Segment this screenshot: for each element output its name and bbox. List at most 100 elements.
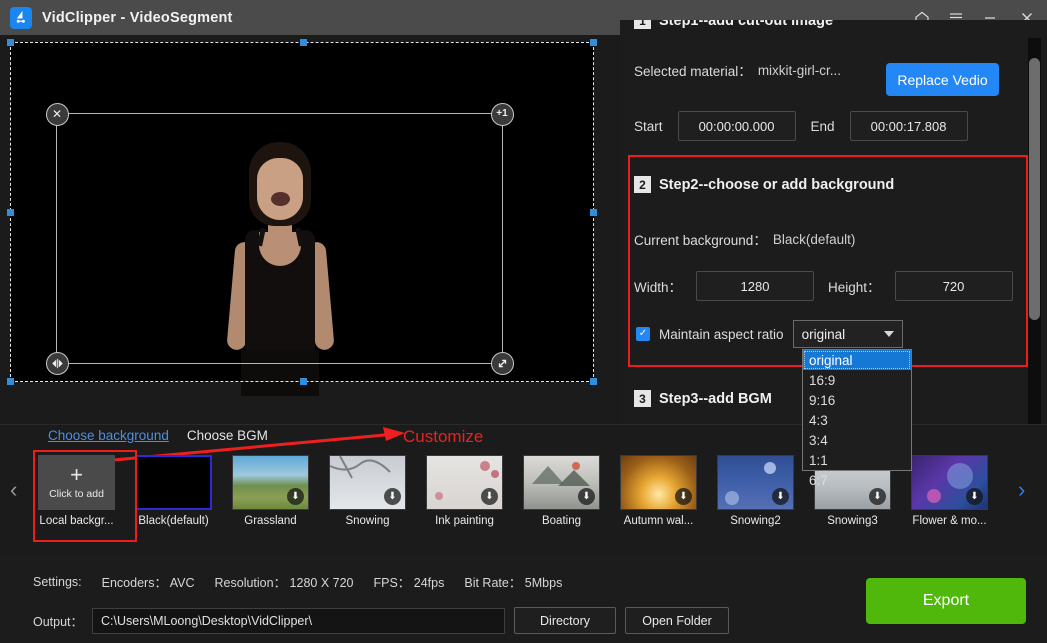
thumbnail-caption: Flower & mo...: [912, 515, 987, 527]
list-item[interactable]: ⬇ Flower & mo...: [911, 455, 988, 527]
start-time-input[interactable]: 00:00:00.000: [677, 111, 796, 141]
list-item[interactable]: ⬇ Ink painting: [426, 455, 503, 527]
step1-header: 1 Step1--add cut-out image: [634, 20, 833, 29]
marquee-handle-bottom-left[interactable]: [7, 378, 14, 385]
marquee-handle-middle-right[interactable]: [590, 209, 597, 216]
thumbnail-boating[interactable]: ⬇: [523, 455, 600, 510]
download-icon[interactable]: ⬇: [578, 488, 595, 505]
bitrate-value: Bit Rate： 5Mbps: [464, 576, 563, 590]
video-stage[interactable]: ✕ +1: [7, 39, 597, 396]
dropdown-option-original[interactable]: original: [803, 350, 911, 370]
download-icon[interactable]: ⬇: [287, 488, 304, 505]
add-local-background-label: Click to add: [49, 487, 104, 500]
fps-value: FPS： 24fps: [373, 576, 445, 590]
end-time-input[interactable]: 00:00:17.808: [849, 111, 968, 141]
thumbnail-caption: Snowing2: [730, 515, 781, 527]
add-clip-icon[interactable]: +1: [490, 102, 514, 126]
list-item[interactable]: ⬇ Boating: [523, 455, 600, 527]
width-input[interactable]: 1280: [696, 271, 815, 301]
download-icon[interactable]: ⬇: [481, 488, 498, 505]
chevron-down-icon: [883, 331, 894, 337]
panel-scrollbar[interactable]: [1028, 38, 1041, 424]
height-input[interactable]: 720: [894, 271, 1013, 301]
settings-label: Settings:: [33, 574, 82, 589]
thumbnail-caption: Local backgr...: [39, 515, 114, 527]
selected-material-label: Selected material：: [634, 64, 752, 79]
output-label: Output：: [33, 615, 84, 629]
list-item[interactable]: ⬇ Autumn wal...: [620, 455, 697, 527]
thumbnail-autumn-walk[interactable]: ⬇: [620, 455, 697, 510]
encoding-settings-row: Settings: Encoders： AVC Resolution： 1280…: [33, 572, 562, 591]
thumbnail-black-default[interactable]: [135, 455, 212, 510]
open-folder-button[interactable]: Open Folder: [625, 607, 730, 634]
dropdown-option-6-7[interactable]: 6:7: [803, 470, 911, 490]
export-button[interactable]: Export: [866, 578, 1026, 624]
list-item[interactable]: ⬇ Snowing2: [717, 455, 794, 527]
selected-material-value: mixkit-girl-cr...: [757, 62, 842, 78]
list-item[interactable]: ⬇ Grassland: [232, 455, 309, 527]
maintain-aspect-checkbox[interactable]: ✓: [636, 327, 650, 341]
marquee-handle-bottom-right[interactable]: [590, 378, 597, 385]
flip-horizontal-icon[interactable]: [45, 351, 69, 375]
download-icon[interactable]: ⬇: [966, 488, 983, 505]
clip-control-frame: ✕ +1: [45, 102, 514, 375]
thumbnail-grassland[interactable]: ⬇: [232, 455, 309, 510]
directory-button[interactable]: Directory: [514, 607, 617, 634]
marquee-handle-bottom-middle[interactable]: [300, 378, 307, 385]
output-row: Output： C:\Users\MLoong\Desktop\VidClipp…: [33, 607, 730, 634]
thumbnail-snowing[interactable]: ⬇: [329, 455, 406, 510]
encoders-value: Encoders： AVC: [101, 576, 195, 590]
marquee-handle-middle-left[interactable]: [7, 209, 14, 216]
dropdown-option-3-4[interactable]: 3:4: [803, 430, 911, 450]
chevron-right-icon[interactable]: ›: [1018, 477, 1025, 503]
resolution-value: Resolution： 1280 X 720: [214, 576, 354, 590]
marquee-handle-top-left[interactable]: [7, 39, 14, 46]
width-label: Width：: [634, 280, 683, 295]
thumbnail-caption: Snowing3: [827, 515, 878, 527]
aspect-ratio-select[interactable]: original: [792, 320, 903, 348]
window-title: VidClipper - VideoSegment: [42, 9, 233, 26]
dropdown-option-4-3[interactable]: 4:3: [803, 410, 911, 430]
current-background-value: Black(default): [772, 231, 856, 247]
vidclipper-window: VidClipper - VideoSegment ✕ +1 1 Step1--…: [0, 0, 1047, 643]
maintain-aspect-label: Maintain aspect ratio: [659, 326, 784, 342]
replace-video-button[interactable]: Replace Vedio: [886, 63, 999, 96]
height-label: Height：: [828, 280, 881, 295]
step2-header: 2 Step2--choose or add background: [634, 176, 894, 193]
download-icon[interactable]: ⬇: [384, 488, 401, 505]
thumbnail-snowing2[interactable]: ⬇: [717, 455, 794, 510]
customize-annotation: Customize: [403, 427, 484, 446]
dropdown-option-1-1[interactable]: 1:1: [803, 450, 911, 470]
list-item[interactable]: Black(default): [135, 455, 212, 527]
remove-clip-icon[interactable]: ✕: [45, 102, 69, 126]
thumbnail-caption: Ink painting: [435, 515, 494, 527]
dropdown-option-9-16[interactable]: 9:16: [803, 390, 911, 410]
chevron-left-icon[interactable]: ‹: [10, 477, 17, 503]
current-background-label: Current background：: [634, 233, 767, 248]
end-label: End: [810, 118, 835, 134]
output-path-input[interactable]: C:\Users\MLoong\Desktop\VidClipper\: [92, 607, 506, 634]
current-background-row: Current background： Black(default): [634, 229, 855, 249]
aspect-ratio-row: ✓ Maintain aspect ratio original: [636, 320, 903, 348]
resize-handle-icon[interactable]: [490, 351, 514, 375]
download-icon[interactable]: ⬇: [675, 488, 692, 505]
thumbnail-flower-moon[interactable]: ⬇: [911, 455, 988, 510]
list-item[interactable]: + Click to add Local backgr...: [38, 455, 115, 527]
scrollbar-thumb[interactable]: [1029, 58, 1040, 320]
marquee-handle-top-middle[interactable]: [300, 39, 307, 46]
aspect-ratio-dropdown[interactable]: original 16:9 9:16 4:3 3:4 1:1 6:7: [802, 349, 912, 488]
thumbnail-ink-painting[interactable]: ⬇: [426, 455, 503, 510]
thumbnail-caption: Autumn wal...: [623, 515, 694, 527]
sail-logo-icon: [10, 6, 32, 29]
list-item[interactable]: ⬇ Snowing: [329, 455, 406, 527]
dimensions-row: Width： 1280 Height： 720: [634, 271, 1013, 301]
add-local-background-button[interactable]: + Click to add: [38, 455, 115, 510]
thumbnail-caption: Grassland: [244, 515, 297, 527]
marquee-handle-top-right[interactable]: [590, 39, 597, 46]
thumbnail-caption: Boating: [541, 515, 581, 527]
step2-title: Step2--choose or add background: [659, 176, 895, 193]
download-icon[interactable]: ⬇: [772, 488, 789, 505]
thumbnail-caption: Snowing: [345, 515, 390, 527]
dropdown-option-16-9[interactable]: 16:9: [803, 370, 911, 390]
download-icon[interactable]: ⬇: [869, 488, 886, 505]
